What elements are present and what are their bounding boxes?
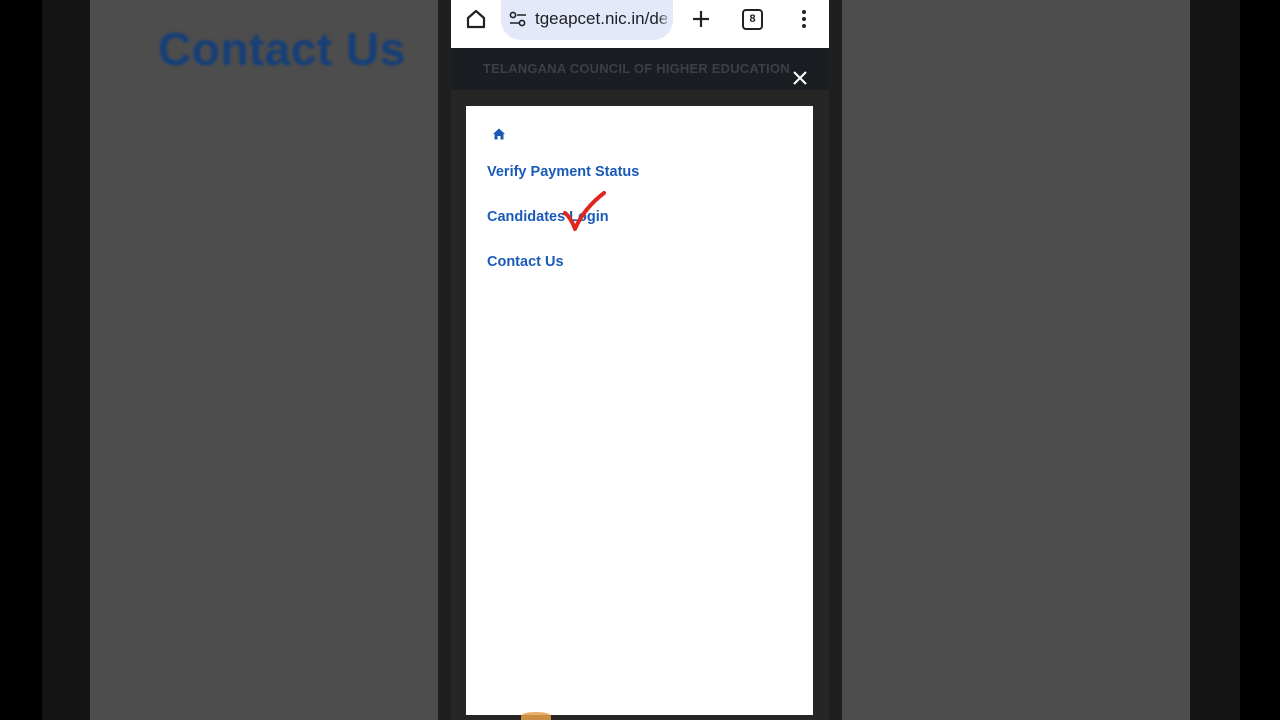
background-right-edge xyxy=(1240,0,1280,720)
home-icon[interactable] xyxy=(464,7,488,31)
nav-link-contact-us[interactable]: Contact Us xyxy=(487,254,564,270)
site-header: TELANGANA COUNCIL OF HIGHER EDUCATION xyxy=(451,48,829,90)
background-right-band xyxy=(1190,0,1240,720)
tab-switcher-icon[interactable]: 8 xyxy=(742,9,763,30)
gesture-indicator xyxy=(521,712,551,720)
browser-toolbar: tgeapcet.nic.in/de 8 xyxy=(451,0,829,48)
browser-viewport: tgeapcet.nic.in/de 8 TELANGANA COUNCIL O… xyxy=(451,0,829,720)
phone-screen: tgeapcet.nic.in/de 8 TELANGANA COUNCIL O… xyxy=(438,0,842,720)
nav-link-verify-payment-status[interactable]: Verify Payment Status xyxy=(487,164,639,180)
address-bar[interactable]: tgeapcet.nic.in/de xyxy=(501,0,673,40)
background-right-blur xyxy=(842,0,1190,720)
video-frame: Contact Us tgeapcet.nic.in/de 8 TELANGAN… xyxy=(0,0,1280,720)
nav-menu-panel: Verify Payment Status Candidates Login C… xyxy=(466,106,813,715)
background-left-blur xyxy=(90,0,438,720)
close-icon[interactable] xyxy=(790,68,810,88)
url-fade xyxy=(657,0,673,40)
new-tab-icon[interactable] xyxy=(689,7,713,31)
site-header-title: TELANGANA COUNCIL OF HIGHER EDUCATION xyxy=(483,61,790,76)
nav-link-candidates-login[interactable]: Candidates Login xyxy=(487,209,609,225)
url-text: tgeapcet.nic.in/de xyxy=(535,9,667,28)
more-menu-icon[interactable] xyxy=(792,7,816,31)
site-settings-icon[interactable] xyxy=(509,10,527,28)
background-left-band xyxy=(42,0,90,720)
background-title: Contact Us xyxy=(158,23,406,75)
home-link-icon[interactable] xyxy=(492,127,506,141)
background-left-edge xyxy=(0,0,42,720)
